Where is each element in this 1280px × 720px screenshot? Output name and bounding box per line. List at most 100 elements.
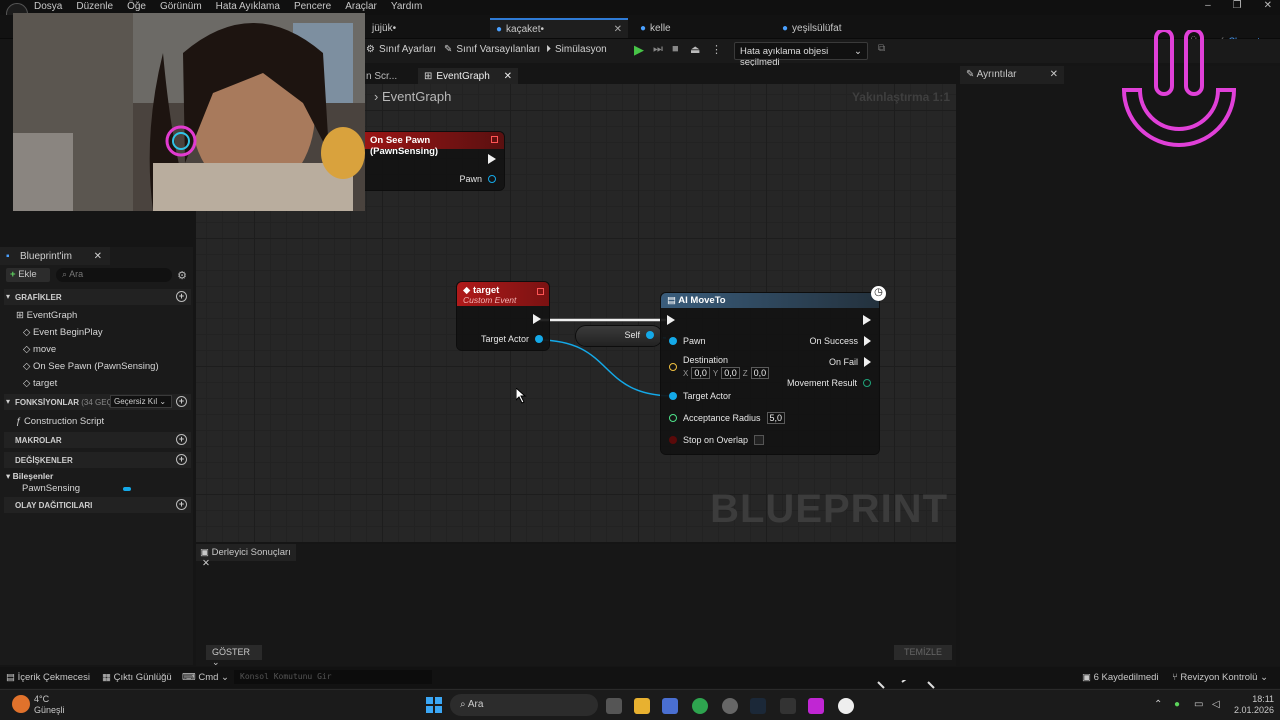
windows-start-icon[interactable] [426,697,442,713]
target-actor-input-pin[interactable]: Target Actor [669,391,731,401]
unsaved-button[interactable]: ▣ 6 Kaydedilmedi [1082,672,1159,683]
delegate-pin-icon[interactable] [491,136,498,143]
details-tab[interactable]: ✎ Ayrıntılar ✕ [960,66,1064,84]
revision-control-button[interactable]: ⑂ Revizyon Kontrolü ⌄ [1172,672,1268,683]
panel-tab[interactable]: ▪ Blueprint'im ✕ [0,247,110,265]
self-output-pin[interactable]: Self [624,330,654,340]
content-drawer-button[interactable]: ▤ İçerik Çekmecesi [6,672,90,683]
doc-tab-yesilsulufat[interactable]: ● yeşilsülüfat [776,18,916,38]
destination-input-pin[interactable]: Destination X 0,0 Y 0,0 Z 0,0 [669,355,770,379]
class-defaults-button[interactable]: ✎ Sınıf Varsayılanları [444,44,540,55]
menu-window[interactable]: Pencere [294,1,331,12]
stop-icon[interactable]: ■ [672,43,679,55]
tab-event-graph[interactable]: ⊞ EventGraph ✕ [418,68,518,84]
close-tab-icon[interactable]: ✕ [614,24,622,35]
store-icon[interactable] [662,698,678,714]
graph-item-begin-play[interactable]: ◇ Event BeginPlay [23,327,103,338]
acceptance-radius-field[interactable]: 5,0 [766,412,786,424]
destination-x-field[interactable]: 0,0 [691,367,710,379]
clock[interactable]: 18:11 2.01.2026 [1234,694,1274,716]
target-actor-output-pin[interactable]: Target Actor [481,334,543,344]
add-function-icon[interactable]: + [176,396,187,407]
app-icon[interactable] [722,698,738,714]
debug-object-select[interactable]: Hata ayıklama objesi seçilmedi ⌄ [734,42,868,68]
menu-help[interactable]: Yardım [391,1,423,12]
stop-on-overlap-pin[interactable]: Stop on Overlap [669,435,765,445]
destination-z-field[interactable]: 0,0 [750,367,770,379]
doc-tab-kacaket[interactable]: ● kaçaket• ✕ [490,18,628,38]
task-view-icon[interactable] [606,698,622,714]
epic-games-icon[interactable] [780,698,796,714]
section-macros[interactable]: MAKROLAR + [4,432,191,448]
microphone-icon[interactable]: ● [1174,699,1180,710]
exec-output-pin[interactable] [863,315,871,325]
cmd-dropdown[interactable]: ⌨ Cmd ⌄ [182,672,229,683]
chrome-icon[interactable] [692,698,708,714]
simulation-button[interactable]: ⏵ Simülasyon [546,44,607,55]
find-debug-icon[interactable]: ⧉ [878,43,885,54]
stop-on-overlap-checkbox[interactable] [754,435,765,445]
console-input[interactable]: Konsol Komutunu Gir [234,670,432,684]
search-input[interactable]: ⌕ Ara [56,268,172,282]
section-variables[interactable]: DEĞİŞKENLER + [4,452,191,468]
movement-result-pin[interactable]: Movement Result [787,378,871,388]
on-success-pin[interactable]: On Success [809,336,871,346]
clear-button[interactable]: TEMİZLE [894,645,952,660]
network-icon[interactable]: ▭ [1194,699,1203,710]
show-button[interactable]: GÖSTER ⌄ [206,645,262,667]
add-dispatcher-icon[interactable]: + [176,499,187,510]
on-see-pawn-node[interactable]: On See Pawn (PawnSensing) Pawn [356,132,504,190]
volume-icon[interactable]: ◁ [1212,699,1220,710]
tab-construction-script[interactable]: n Scr... [360,68,418,84]
doc-tab-jujuk[interactable]: jüjük• [366,18,486,38]
streaming-app-icon[interactable] [808,698,824,714]
class-settings-button[interactable]: ⚙ Sınıf Ayarları [366,44,436,55]
graph-item-on-see-pawn[interactable]: ◇ On See Pawn (PawnSensing) [23,361,159,372]
menu-asset[interactable]: Öğe [127,1,146,12]
pawn-output-pin[interactable]: Pawn [459,174,496,184]
pawn-input-pin[interactable]: Pawn [669,336,706,346]
close-tab-icon[interactable]: ✕ [202,558,210,569]
on-fail-pin[interactable]: On Fail [829,357,871,367]
section-graphs[interactable]: ▾ GRAFİKLER + [4,289,191,305]
section-functions[interactable]: ▾ FONKSİYONLAR (34 GEÇERSİ Geçersiz Kıl … [4,394,191,410]
destination-y-field[interactable]: 0,0 [721,367,740,379]
close-tab-icon[interactable]: ✕ [1050,69,1058,80]
play-icon[interactable]: ▶ [634,42,644,58]
close-tab-icon[interactable]: ✕ [94,251,102,262]
maximize-icon[interactable]: ❐ [1233,0,1242,11]
more-options-icon[interactable]: ⋮ [711,43,722,56]
add-button[interactable]: + Ekle [6,268,50,282]
self-node[interactable]: Self [576,326,662,346]
weather-icon[interactable] [12,695,30,713]
menu-file[interactable]: Dosya [34,1,62,12]
gear-icon[interactable]: ⚙ [177,269,187,282]
target-actor-wire[interactable] [537,339,675,397]
graph-item-move[interactable]: ◇ move [23,344,56,355]
add-variable-icon[interactable]: + [176,454,187,465]
menu-edit[interactable]: Düzenle [76,1,113,12]
close-tab-icon[interactable]: ✕ [504,71,512,82]
acceptance-radius-pin[interactable]: Acceptance Radius 5,0 [669,412,786,424]
tray-chevron-icon[interactable]: ⌃ [1154,699,1162,710]
delegate-pin-icon[interactable] [537,288,544,295]
section-dispatchers[interactable]: OLAY DAĞITICILARI + [4,497,191,513]
exec-output-pin[interactable] [533,314,541,324]
component-item-pawnsensing[interactable]: PawnSensing [22,483,80,494]
menu-view[interactable]: Görünüm [160,1,202,12]
file-explorer-icon[interactable] [634,698,650,714]
add-graph-icon[interactable]: + [176,291,187,302]
ai-moveto-node[interactable]: ▤ AI MoveTo ◷ Pawn On Success Destinatio… [661,286,886,454]
exec-output-pin[interactable] [488,154,496,164]
minimize-icon[interactable]: – [1205,0,1211,11]
components-group[interactable]: ▾ Bileşenler [6,471,53,482]
add-macro-icon[interactable]: + [176,434,187,445]
close-window-icon[interactable]: ✕ [1264,0,1272,11]
menu-debug[interactable]: Hata Ayıklama [216,1,280,12]
taskbar-search-input[interactable]: ⌕ Ara [450,694,598,716]
exec-input-pin[interactable] [667,315,675,325]
target-custom-event-node[interactable]: ◆ target Custom Event Target Actor [457,282,549,350]
unreal-taskbar-icon[interactable] [838,698,854,714]
output-log-button[interactable]: ▦ Çıktı Günlüğü [102,672,172,683]
function-item-construction-script[interactable]: ƒ Construction Script [16,416,104,427]
